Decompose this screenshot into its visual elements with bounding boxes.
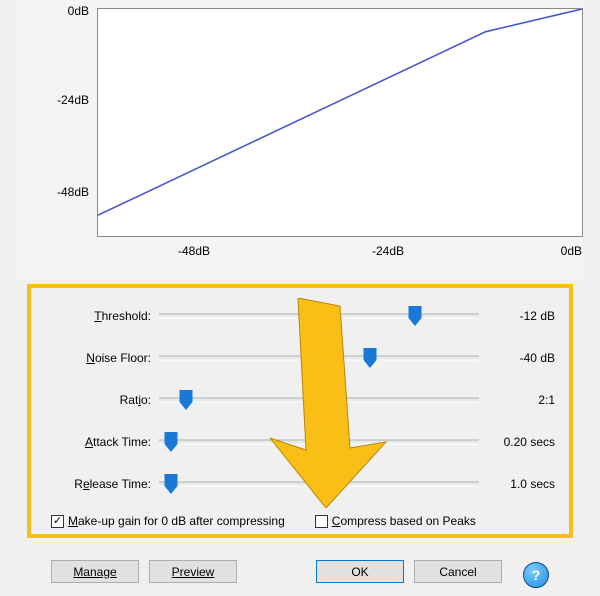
y-tick-label: -24dB (29, 93, 89, 107)
threshold-value: -12 dB (483, 309, 569, 323)
compressor-controls-panel: Threshold: -12 dB Noise Floor: -40 dB Ra… (27, 284, 573, 538)
y-tick-label: -48dB (29, 185, 89, 199)
checkboxes-row: ✓ Make-up gain for 0 dB after compressin… (31, 514, 569, 528)
checkbox-icon (315, 515, 328, 528)
x-tick-label: -24dB (372, 244, 404, 258)
noise-floor-value: -40 dB (483, 351, 569, 365)
chart-plot-area (97, 8, 583, 237)
preview-button[interactable]: Preview (149, 560, 237, 583)
compression-curve-chart: 0dB -24dB -48dB -48dB -24dB 0dB (17, 0, 583, 279)
ratio-label: Ratio: (31, 393, 159, 407)
threshold-row: Threshold: -12 dB (31, 302, 569, 330)
release-time-row: Release Time: 1.0 secs (31, 470, 569, 498)
release-time-value: 1.0 secs (483, 477, 569, 491)
checkbox-icon: ✓ (51, 515, 64, 528)
attack-time-slider[interactable] (159, 432, 479, 452)
makeup-gain-checkbox[interactable]: ✓ Make-up gain for 0 dB after compressin… (51, 514, 285, 528)
ratio-row: Ratio: 2:1 (31, 386, 569, 414)
help-button[interactable]: ? (523, 562, 549, 588)
threshold-slider[interactable] (159, 306, 479, 326)
attack-time-row: Attack Time: 0.20 secs (31, 428, 569, 456)
threshold-label: Threshold: (31, 309, 159, 323)
release-time-label: Release Time: (31, 477, 159, 491)
x-tick-label: -48dB (178, 244, 210, 258)
help-icon: ? (532, 567, 541, 583)
x-tick-label: 0dB (561, 244, 582, 258)
noise-floor-label: Noise Floor: (31, 351, 159, 365)
ratio-slider[interactable] (159, 390, 479, 410)
noise-floor-slider[interactable] (159, 348, 479, 368)
dialog-buttons-row: Manage Preview OK Cancel ? (0, 560, 600, 588)
compress-peaks-label: Compress based on Peaks (332, 514, 476, 528)
cancel-button[interactable]: Cancel (414, 560, 502, 583)
noise-floor-row: Noise Floor: -40 dB (31, 344, 569, 372)
ratio-value: 2:1 (483, 393, 569, 407)
attack-time-label: Attack Time: (31, 435, 159, 449)
compress-peaks-checkbox[interactable]: Compress based on Peaks (315, 514, 476, 528)
makeup-gain-label: Make-up gain for 0 dB after compressing (68, 514, 285, 528)
manage-button[interactable]: Manage (51, 560, 139, 583)
ok-button[interactable]: OK (316, 560, 404, 583)
attack-time-value: 0.20 secs (483, 435, 569, 449)
y-tick-label: 0dB (29, 4, 89, 18)
release-time-slider[interactable] (159, 474, 479, 494)
